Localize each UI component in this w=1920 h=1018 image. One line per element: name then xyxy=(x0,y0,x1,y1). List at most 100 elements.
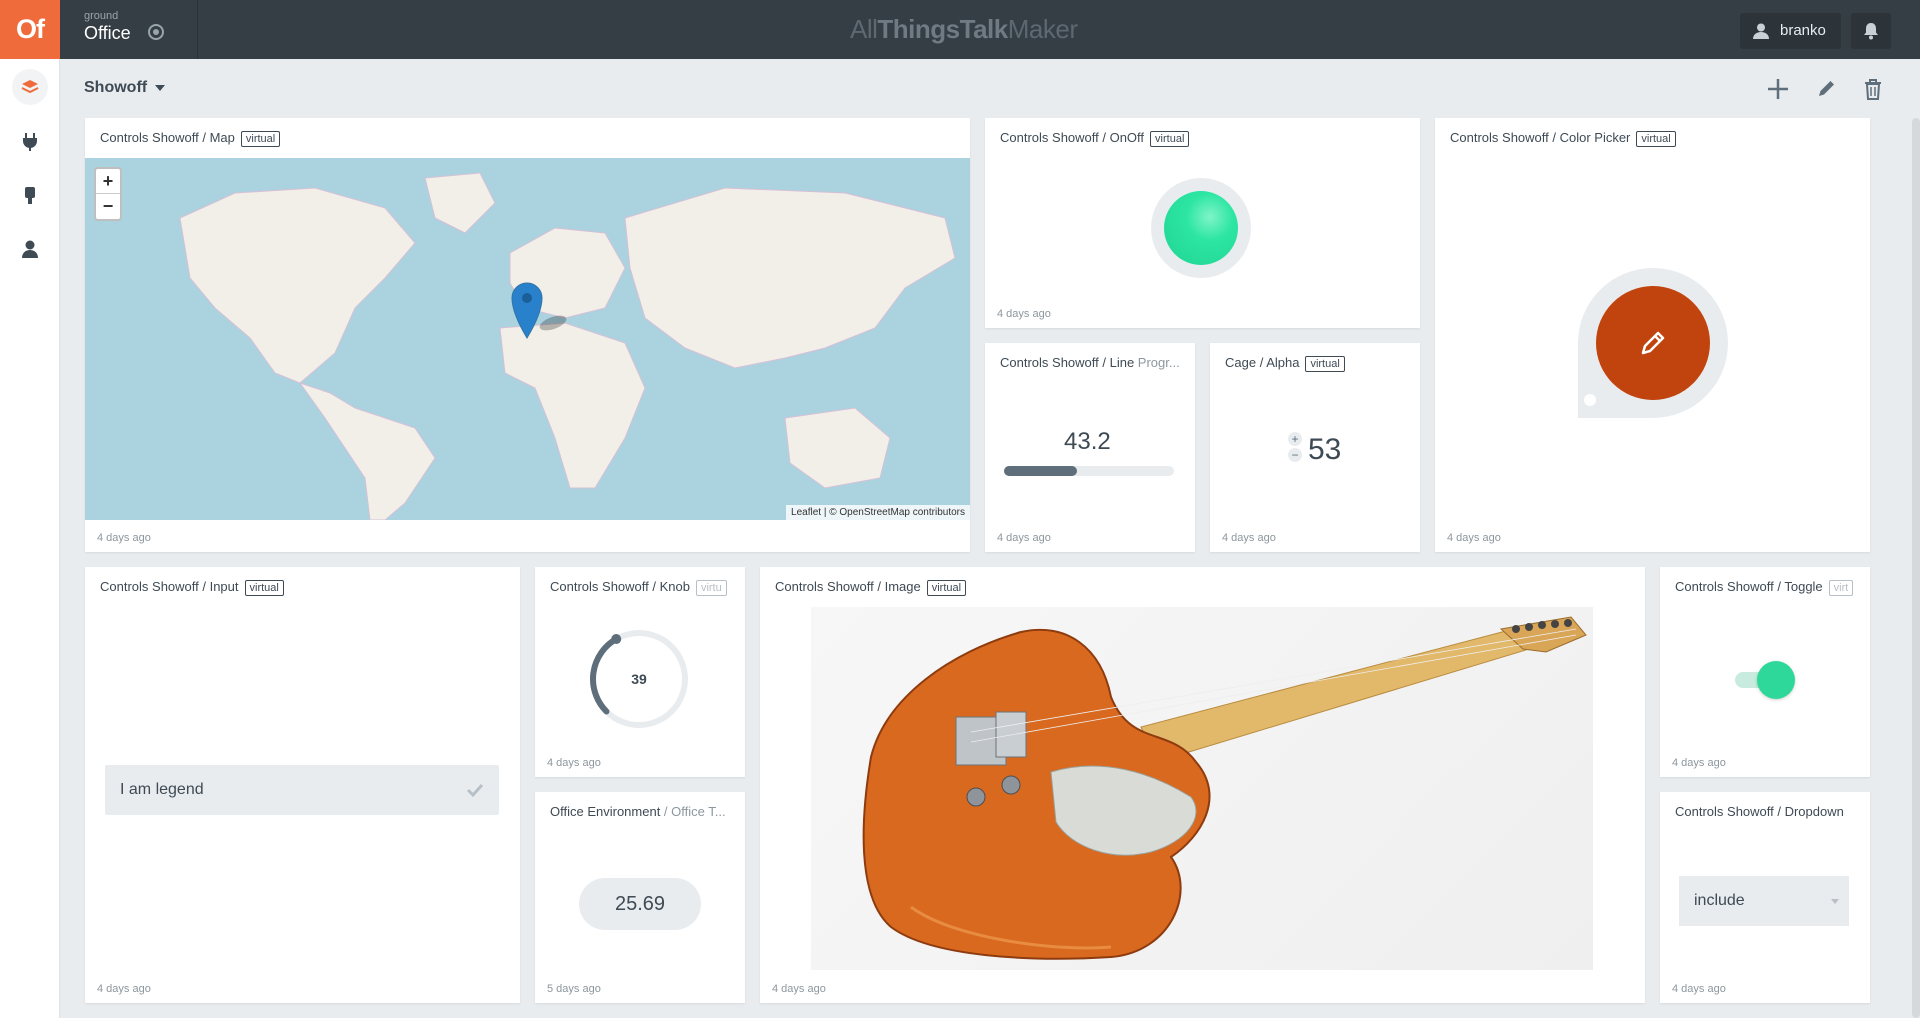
brand-wordmark: AllThingsTalkMaker xyxy=(850,14,1078,44)
guitar-image xyxy=(811,607,1593,970)
chevron-down-icon xyxy=(1831,899,1839,904)
edit-icon[interactable] xyxy=(1812,75,1840,103)
widget-alpha: Cage / Alpha virtual + − 53 4 days ago xyxy=(1210,343,1420,552)
widget-title: Cage / Alpha virtual xyxy=(1225,355,1345,372)
widget-title: Controls Showoff / Line Progr... xyxy=(1000,355,1180,370)
widget-onoff: Controls Showoff / OnOff virtual 4 days a… xyxy=(985,118,1420,328)
knob-dial[interactable]: 39 xyxy=(587,627,691,731)
color-picker-control[interactable] xyxy=(1578,268,1728,418)
ground-settings-icon[interactable] xyxy=(148,24,164,40)
sidebar-item-devices[interactable] xyxy=(12,177,48,213)
toggle-switch[interactable] xyxy=(1735,661,1795,699)
widget-title: Controls Showoff / Knob virtu xyxy=(550,579,727,596)
ground-name: Office xyxy=(84,23,131,43)
widget-timestamp: 5 days ago xyxy=(547,983,601,995)
trash-icon[interactable] xyxy=(1859,75,1887,103)
guitar-illustration xyxy=(862,616,1587,960)
virtual-badge: virtual xyxy=(240,131,281,147)
widget-timestamp: 4 days ago xyxy=(547,757,601,769)
notifications-button[interactable] xyxy=(1851,13,1891,49)
pencil-icon xyxy=(1641,331,1665,355)
onoff-indicator xyxy=(1164,191,1238,265)
widget-title: Controls Showoff / Dropdown xyxy=(1675,804,1844,819)
map-attribution[interactable]: Leaflet | © OpenStreetMap contributors xyxy=(786,505,970,520)
widget-timestamp: 4 days ago xyxy=(1447,532,1501,544)
dashboard-selector[interactable]: Showoff xyxy=(84,79,166,97)
zoom-in-button[interactable]: + xyxy=(96,169,120,194)
widget-timestamp: 4 days ago xyxy=(1672,757,1726,769)
progress-bar xyxy=(1004,466,1174,476)
virtual-badge: virt xyxy=(1828,580,1854,596)
color-picker-handle[interactable] xyxy=(1584,394,1596,406)
virtual-badge: virtual xyxy=(926,580,967,596)
widget-timestamp: 4 days ago xyxy=(997,532,1051,544)
user-icon xyxy=(1753,23,1769,39)
widget-timestamp: 4 days ago xyxy=(97,983,151,995)
map-zoom-control: + − xyxy=(94,167,122,221)
virtual-badge: virtual xyxy=(244,580,284,596)
sidebar-item-integrations[interactable] xyxy=(12,123,48,159)
map-tiles xyxy=(179,172,956,520)
toggle-knob xyxy=(1757,661,1795,699)
device-icon xyxy=(25,187,35,204)
layers-icon xyxy=(21,80,39,94)
progress-fill xyxy=(1004,466,1078,476)
widget-toggle: Controls Showoff / Toggle virt 4 days ago xyxy=(1660,567,1870,777)
onoff-switch[interactable] xyxy=(1151,178,1251,278)
sidebar-item-dashboards[interactable] xyxy=(12,69,48,105)
widget-title: Controls Showoff / Toggle virt xyxy=(1675,579,1854,596)
dropdown-select[interactable]: include xyxy=(1679,876,1849,926)
world-map[interactable]: + − Leaflet | © OpenStreetMap contributo… xyxy=(85,158,970,520)
widget-knob: Controls Showoff / Knob virtu 39 4 days a… xyxy=(535,567,745,777)
bell-icon xyxy=(1864,23,1878,40)
decrement-button[interactable]: − xyxy=(1288,448,1302,462)
input-value: I am legend xyxy=(120,781,204,798)
zoom-out-button[interactable]: − xyxy=(96,194,120,219)
widget-color-picker: Controls Showoff / Color Picker virtual 4… xyxy=(1435,118,1870,552)
user-name: branko xyxy=(1780,22,1826,39)
plug-icon xyxy=(23,133,37,151)
widget-input: Controls Showoff / Input virtual I am leg… xyxy=(85,567,520,1003)
chevron-down-icon xyxy=(155,84,166,91)
page-scrollbar[interactable] xyxy=(1912,118,1920,1018)
widget-timestamp: 4 days ago xyxy=(772,983,826,995)
number-stepper: + − xyxy=(1288,432,1302,464)
increment-button[interactable]: + xyxy=(1288,432,1302,446)
widget-title: Controls Showoff / Image virtual xyxy=(775,579,967,596)
widget-office-environment: Office Environment / Office T... 25.69 5… xyxy=(535,792,745,1003)
sidebar-item-users[interactable] xyxy=(12,231,48,267)
add-icon[interactable] xyxy=(1764,75,1792,103)
widget-timestamp: 4 days ago xyxy=(1222,532,1276,544)
check-icon[interactable] xyxy=(465,780,485,800)
virtual-badge: virtual xyxy=(1636,131,1676,147)
sensor-value: 25.69 xyxy=(579,878,701,930)
virtual-badge: virtual xyxy=(1305,356,1345,372)
widget-title: Office Environment / Office T... xyxy=(550,804,726,819)
top-bar: Of ground Office AllThingsTalkMaker bran… xyxy=(0,0,1920,59)
ground-switcher[interactable]: ground Office xyxy=(84,10,164,44)
widget-title: Controls Showoff / Map virtual xyxy=(100,130,281,147)
virtual-badge: virtual xyxy=(1150,131,1190,147)
user-menu-button[interactable]: branko xyxy=(1740,13,1841,49)
ground-label: ground xyxy=(84,10,119,22)
widget-map: Controls Showoff / Map virtual + − Leafle… xyxy=(85,118,970,552)
widget-line-progress: Controls Showoff / Line Progr... 43.2 4 … xyxy=(985,343,1195,552)
progress-value: 43.2 xyxy=(1064,428,1111,455)
widget-timestamp: 4 days ago xyxy=(97,532,151,544)
widget-dropdown: Controls Showoff / Dropdown include 4 da… xyxy=(1660,792,1870,1003)
ground-logo[interactable]: Of xyxy=(0,0,60,59)
text-input[interactable]: I am legend xyxy=(105,765,499,815)
widget-title: Controls Showoff / Color Picker virtual xyxy=(1450,130,1676,147)
widget-timestamp: 4 days ago xyxy=(997,308,1051,320)
color-swatch xyxy=(1596,286,1710,400)
divider xyxy=(197,0,198,59)
widget-title: Controls Showoff / Input virtual xyxy=(100,579,284,596)
alpha-value: 53 xyxy=(1308,433,1342,466)
sidebar xyxy=(0,59,60,1018)
widget-image: Controls Showoff / Image virtual 4 days a… xyxy=(760,567,1645,1003)
knob-value: 39 xyxy=(631,671,647,687)
widget-timestamp: 4 days ago xyxy=(1672,983,1726,995)
virtual-badge: virtu xyxy=(695,580,727,596)
widget-title: Controls Showoff / OnOff virtual xyxy=(1000,130,1190,147)
dropdown-value: include xyxy=(1694,892,1745,909)
